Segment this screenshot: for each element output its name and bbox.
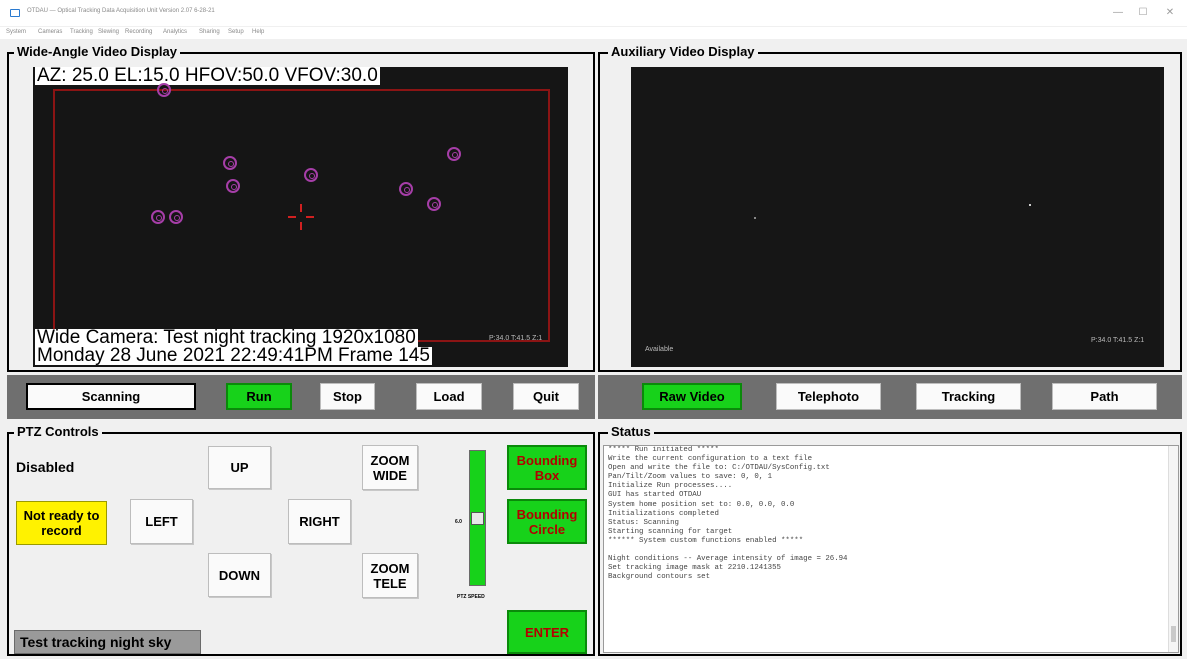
session-name-display: Test tracking night sky [14, 630, 201, 654]
log-line: Night conditions -- Average intensity of… [608, 555, 848, 564]
log-line: Initializations completed [608, 509, 719, 518]
aux-available-label: Available [645, 346, 674, 353]
target-marker [169, 210, 183, 224]
wide-osd-ptz: P:34.0 T:41.5 Z:1 [489, 335, 543, 342]
record-status-indicator: Not ready to record [16, 501, 107, 545]
menu-recording[interactable]: Recording [125, 29, 152, 35]
tracking-button[interactable]: Tracking [916, 383, 1021, 410]
log-line: Pan/Tilt/Zoom values to save: 0, 0, 1 [608, 473, 773, 482]
target-marker [427, 197, 441, 211]
target-marker [151, 210, 165, 224]
status-log[interactable]: ***** Run initiated ***** Write the curr… [603, 445, 1179, 653]
menu-cameras[interactable]: Cameras [38, 29, 62, 35]
target-marker [399, 182, 413, 196]
log-line: Write the current configuration to a tex… [608, 455, 813, 464]
ptz-title: PTZ Controls [14, 425, 102, 439]
status-title: Status [608, 425, 654, 439]
log-line: ***** Run initiated ***** [608, 446, 719, 454]
wide-button-strip: Scanning Run Stop Load Quit [7, 375, 595, 419]
status-scrollbar-thumb[interactable] [1171, 626, 1176, 642]
telephoto-button[interactable]: Telephoto [776, 383, 881, 410]
path-button[interactable]: Path [1052, 383, 1157, 410]
star-speck [754, 217, 756, 219]
ptz-down-button[interactable]: DOWN [208, 553, 271, 597]
raw-video-button[interactable]: Raw Video [642, 383, 742, 410]
target-marker [447, 147, 461, 161]
wide-display-title: Wide-Angle Video Display [14, 45, 181, 59]
log-line: Initialize Run processes.... [608, 482, 733, 491]
log-line: Set tracking image mask at 2210.1241355 [608, 564, 781, 573]
target-marker [304, 168, 318, 182]
aux-display-title: Auxiliary Video Display [608, 45, 758, 59]
log-line: Status: Scanning [608, 518, 679, 527]
enter-button[interactable]: ENTER [507, 610, 587, 654]
scanning-button[interactable]: Scanning [26, 383, 196, 410]
log-line: Open and write the file to: C:/OTDAU/Sys… [608, 464, 830, 473]
menu-help[interactable]: Help [252, 29, 264, 35]
wide-osd-top: AZ: 25.0 EL:15.0 HFOV:50.0 VFOV:30.0 [35, 67, 380, 86]
log-line: Background contours set [608, 573, 711, 582]
menu-bar: System Cameras Tracking Slewing Recordin… [0, 27, 1187, 39]
target-marker [223, 156, 237, 170]
wide-video-screen[interactable]: AZ: 25.0 EL:15.0 HFOV:50.0 VFOV:30.0 Wid… [33, 67, 568, 367]
menu-analytics[interactable]: Analytics [163, 29, 187, 35]
crosshair-icon [288, 204, 314, 230]
bounding-circle-button[interactable]: Bounding Circle [507, 499, 587, 544]
stop-button[interactable]: Stop [320, 383, 375, 410]
log-line: GUI has started OTDAU [608, 491, 702, 500]
ptz-right-button[interactable]: RIGHT [288, 499, 351, 544]
ptz-up-button[interactable]: UP [208, 446, 271, 489]
star-speck [1029, 204, 1031, 206]
close-button[interactable]: ✕ [1147, 0, 1187, 26]
menu-sharing[interactable]: Sharing [199, 29, 220, 35]
aux-osd-ptz: P:34.0 T:41.5 Z:1 [1091, 337, 1145, 344]
zoom-tele-button[interactable]: ZOOM TELE [362, 553, 418, 598]
load-button[interactable]: Load [416, 383, 482, 410]
wide-osd-line2: Monday 28 June 2021 22:49:41PM Frame 145 [35, 345, 432, 366]
app-icon [10, 9, 20, 17]
ptz-left-button[interactable]: LEFT [130, 499, 193, 544]
ptz-speed-thumb[interactable] [471, 512, 484, 525]
log-line: System home position set to: 0.0, 0.0, 0… [608, 500, 795, 509]
aux-button-strip: Raw Video Telephoto Tracking Path [598, 375, 1182, 419]
aux-video-screen[interactable]: Available P:34.0 T:41.5 Z:1 [631, 67, 1164, 367]
ptz-speed-value: 6.0 [455, 519, 462, 525]
ptz-state-label: Disabled [16, 459, 75, 475]
zoom-wide-button[interactable]: ZOOM WIDE [362, 445, 418, 490]
quit-button[interactable]: Quit [513, 383, 579, 410]
bounding-box-button[interactable]: Bounding Box [507, 445, 587, 490]
window-title: OTDAU — Optical Tracking Data Acquisitio… [27, 8, 215, 14]
menu-tracking[interactable]: Tracking [70, 29, 93, 35]
target-marker [226, 179, 240, 193]
menu-slewing[interactable]: Slewing [98, 29, 119, 35]
target-marker [157, 83, 171, 97]
menu-setup[interactable]: Setup [228, 29, 244, 35]
status-log-content: ***** Run initiated ***** Write the curr… [604, 446, 1178, 582]
run-button[interactable]: Run [226, 383, 292, 410]
log-line: Starting scanning for target [608, 527, 733, 536]
log-line: ****** System custom functions enabled *… [608, 536, 804, 545]
menu-system[interactable]: System [6, 29, 26, 35]
ptz-speed-slider[interactable] [469, 450, 486, 586]
title-bar: OTDAU — Optical Tracking Data Acquisitio… [0, 0, 1187, 26]
ptz-speed-label: PTZ SPEED [457, 594, 485, 600]
status-scrollbar[interactable] [1168, 446, 1178, 652]
